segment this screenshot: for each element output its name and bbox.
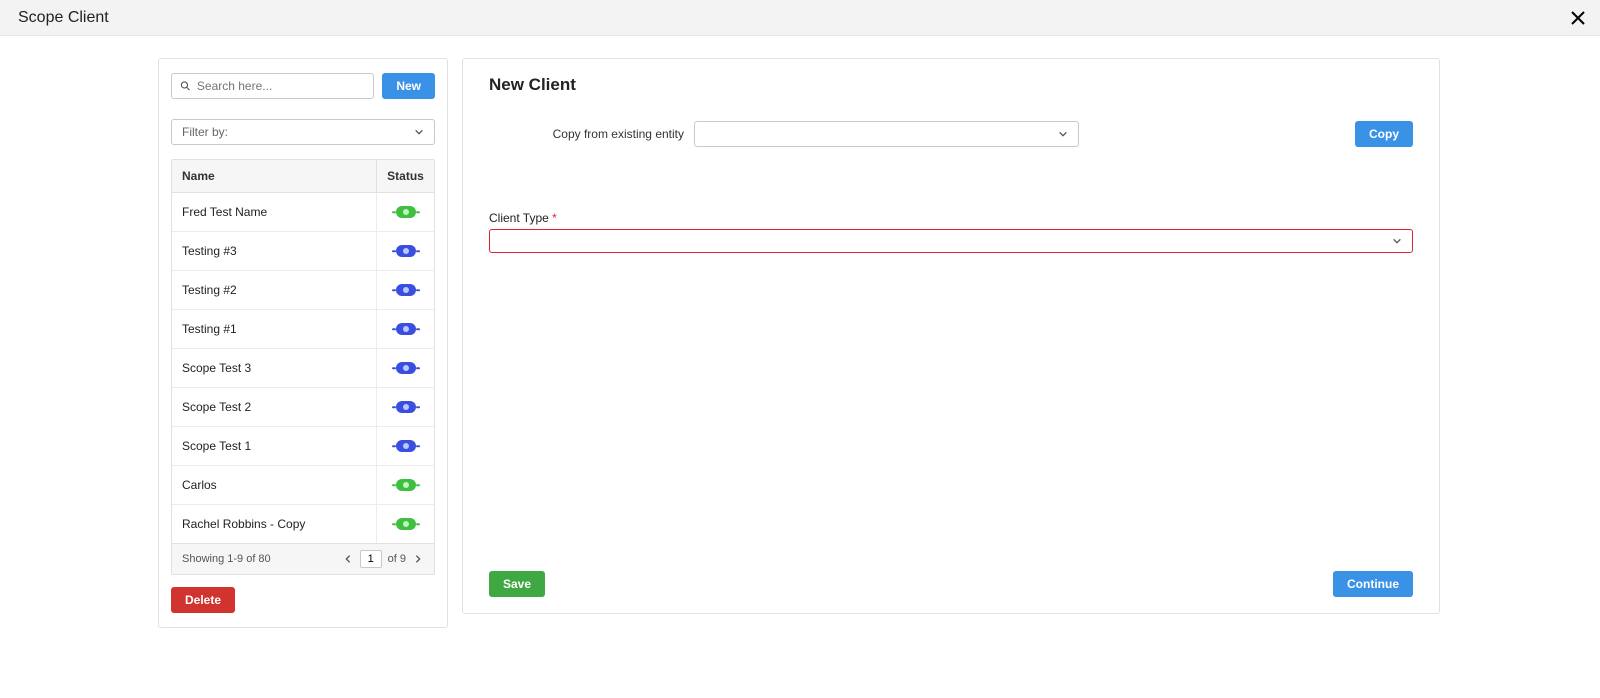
table-row[interactable]: Scope Test 1 — [172, 427, 434, 466]
page-input[interactable] — [360, 550, 382, 568]
chevron-down-icon — [1058, 129, 1068, 139]
continue-button[interactable]: Continue — [1333, 571, 1413, 597]
client-name-cell: Carlos — [172, 466, 377, 504]
client-status-cell — [377, 310, 434, 348]
table-row[interactable]: Fred Test Name — [172, 193, 434, 232]
modal-header: Scope Client — [0, 0, 1600, 36]
table-row[interactable]: Scope Test 3 — [172, 349, 434, 388]
page-prev[interactable] — [342, 553, 354, 565]
search-input-wrapper[interactable] — [171, 73, 374, 99]
client-status-cell — [377, 232, 434, 270]
delete-button[interactable]: Delete — [171, 587, 235, 613]
save-button[interactable]: Save — [489, 571, 545, 597]
table-row[interactable]: Testing #1 — [172, 310, 434, 349]
client-status-cell — [377, 427, 434, 465]
client-status-cell — [377, 388, 434, 426]
pagination: Showing 1-9 of 80 of 9 — [172, 543, 434, 574]
status-eye-icon — [396, 440, 416, 452]
table-row[interactable]: Testing #3 — [172, 232, 434, 271]
client-status-cell — [377, 349, 434, 387]
client-name-cell: Scope Test 2 — [172, 388, 377, 426]
client-name-cell: Testing #1 — [172, 310, 377, 348]
table-row[interactable]: Scope Test 2 — [172, 388, 434, 427]
page-title: Scope Client — [18, 9, 109, 27]
status-eye-icon — [396, 206, 416, 218]
filter-select[interactable]: Filter by: — [171, 119, 435, 145]
copy-from-label: Copy from existing entity — [489, 127, 684, 141]
status-eye-icon — [396, 323, 416, 335]
table-row[interactable]: Rachel Robbins - Copy — [172, 505, 434, 543]
status-eye-icon — [396, 362, 416, 374]
search-icon — [180, 80, 191, 92]
table-row[interactable]: Testing #2 — [172, 271, 434, 310]
status-eye-icon — [396, 245, 416, 257]
client-status-cell — [377, 193, 434, 231]
chevron-down-icon — [1392, 236, 1402, 246]
client-status-cell — [377, 271, 434, 309]
form-panel: New Client Copy from existing entity Cop… — [462, 58, 1440, 614]
copy-button[interactable]: Copy — [1355, 121, 1413, 147]
copy-from-select[interactable] — [694, 121, 1079, 147]
client-list-panel: New Filter by: Name Status Fred Test Nam… — [158, 58, 448, 628]
column-header-name[interactable]: Name — [172, 160, 377, 192]
client-name-cell: Testing #3 — [172, 232, 377, 270]
client-name-cell: Fred Test Name — [172, 193, 377, 231]
status-eye-icon — [396, 479, 416, 491]
chevron-down-icon — [414, 127, 424, 137]
filter-label: Filter by: — [182, 125, 228, 139]
status-eye-icon — [396, 284, 416, 296]
client-type-label: Client Type * — [489, 211, 1413, 225]
status-eye-icon — [396, 401, 416, 413]
page-next[interactable] — [412, 553, 424, 565]
client-status-cell — [377, 505, 434, 543]
close-icon[interactable] — [1566, 6, 1590, 30]
client-name-cell: Rachel Robbins - Copy — [172, 505, 377, 543]
client-name-cell: Scope Test 1 — [172, 427, 377, 465]
status-eye-icon — [396, 518, 416, 530]
required-asterisk: * — [552, 211, 557, 225]
search-input[interactable] — [197, 79, 365, 93]
client-status-cell — [377, 466, 434, 504]
form-title: New Client — [489, 75, 1413, 95]
column-header-status[interactable]: Status — [377, 160, 434, 192]
pagination-summary: Showing 1-9 of 80 — [182, 553, 271, 565]
client-type-select[interactable] — [489, 229, 1413, 253]
client-name-cell: Testing #2 — [172, 271, 377, 309]
new-button[interactable]: New — [382, 73, 435, 99]
client-name-cell: Scope Test 3 — [172, 349, 377, 387]
page-of: of 9 — [388, 553, 406, 565]
client-table: Name Status Fred Test NameTesting #3Test… — [171, 159, 435, 575]
table-row[interactable]: Carlos — [172, 466, 434, 505]
